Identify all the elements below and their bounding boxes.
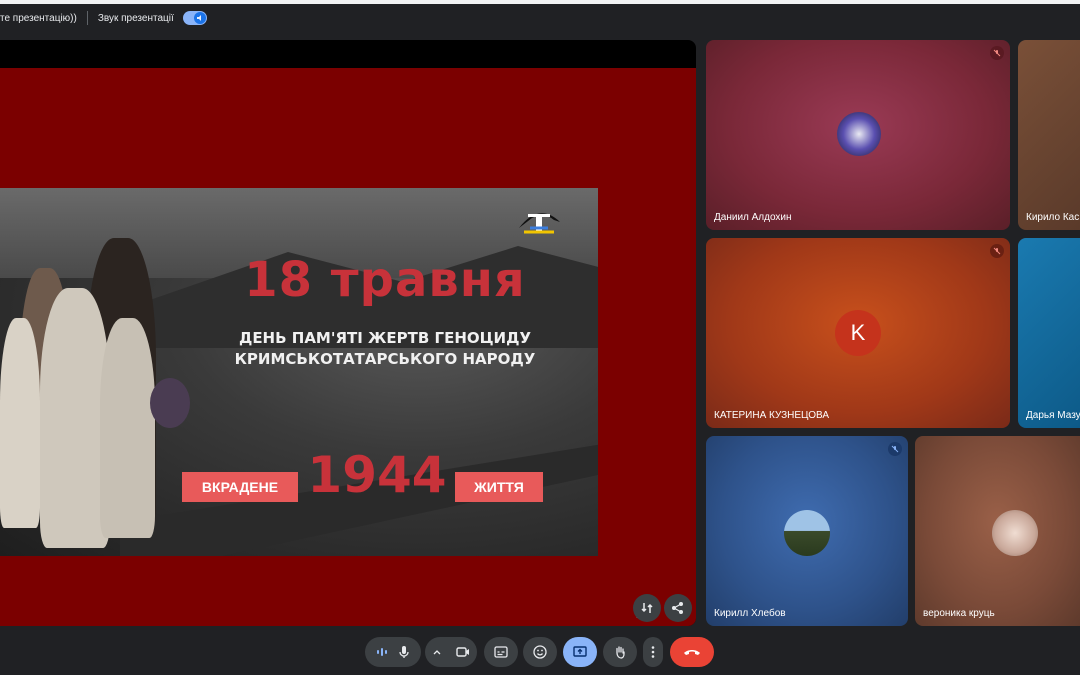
stop-presenting-text[interactable]: те презентацію)) xyxy=(0,13,77,24)
emoji-icon xyxy=(533,645,547,659)
speaker-icon xyxy=(193,12,206,24)
participant-name: КАТЕРИНА КУЗНЕЦОВА xyxy=(714,410,829,421)
participant-tile[interactable]: Кирило Кас xyxy=(1018,40,1080,230)
captions-button[interactable] xyxy=(484,637,518,667)
muted-mic-icon xyxy=(990,244,1004,258)
slide-date-title: 18 травня xyxy=(244,252,526,308)
camera-icon[interactable] xyxy=(456,646,470,658)
presentation-sound-toggle[interactable] xyxy=(182,11,207,25)
memorial-banner: 18 травня ДЕНЬ ПАМ'ЯТІ ЖЕРТВ ГЕНОЦИДУ КР… xyxy=(0,188,598,556)
avatar-letter: K xyxy=(835,310,881,356)
more-options-button[interactable] xyxy=(643,637,663,667)
muted-mic-icon xyxy=(888,442,902,456)
avatar xyxy=(992,510,1038,556)
mic-icon[interactable] xyxy=(398,645,410,659)
share-icon xyxy=(672,602,683,614)
captions-icon xyxy=(494,646,508,658)
participant-name: Кирило Кас xyxy=(1026,212,1080,223)
more-options-icon xyxy=(651,646,655,658)
participant-name: вероника круць xyxy=(923,608,995,619)
participant-tile[interactable]: Даниил Алдохин xyxy=(706,40,1010,230)
slide: 18 травня ДЕНЬ ПАМ'ЯТІ ЖЕРТВ ГЕНОЦИДУ КР… xyxy=(0,68,696,626)
camera-button-group[interactable] xyxy=(425,637,477,667)
participant-tile[interactable]: K КАТЕРИНА КУЗНЕЦОВА xyxy=(706,238,1010,428)
raise-hand-button[interactable] xyxy=(603,637,637,667)
participant-tile[interactable]: Кирилл Хлебов xyxy=(706,436,908,626)
children-illustration xyxy=(0,208,200,556)
avatar xyxy=(837,112,881,156)
participant-tile[interactable]: Дарья Мазу xyxy=(1018,238,1080,428)
participant-name: Кирилл Хлебов xyxy=(714,608,786,619)
end-call-icon xyxy=(684,650,700,655)
participant-name: Даниил Алдохин xyxy=(714,212,792,223)
swap-layout-button[interactable] xyxy=(633,594,661,622)
share-button[interactable] xyxy=(664,594,692,622)
crimean-tatar-logo xyxy=(519,213,560,234)
raise-hand-icon xyxy=(616,646,625,659)
present-screen-button[interactable] xyxy=(563,637,597,667)
participant-tile[interactable]: вероника круць xyxy=(915,436,1080,626)
presentation-bar: те презентацію)) Звук презентації xyxy=(0,4,1080,32)
pill-stolen: ВКРАДЕНЕ xyxy=(182,472,298,502)
participant-name: Дарья Мазу xyxy=(1026,410,1080,421)
slide-subtitle: ДЕНЬ ПАМ'ЯТІ ЖЕРТВ ГЕНОЦИДУ КРИМСЬКОТАТА… xyxy=(215,328,555,370)
slide-year: 1944 xyxy=(307,446,447,504)
avatar xyxy=(784,510,830,556)
subtitle-line-1: ДЕНЬ ПАМ'ЯТІ ЖЕРТВ ГЕНОЦИДУ xyxy=(238,329,532,347)
subtitle-line-2: КРИМСЬКОТАТАРСЬКОГО НАРОДУ xyxy=(234,350,536,368)
swap-icon xyxy=(641,603,653,613)
audio-levels-icon xyxy=(377,648,387,656)
emoji-button[interactable] xyxy=(523,637,557,667)
muted-mic-icon xyxy=(990,46,1004,60)
present-screen-icon xyxy=(573,646,587,657)
divider xyxy=(86,11,88,25)
mic-button-group[interactable] xyxy=(365,637,421,667)
presentation-sound-label: Звук презентації xyxy=(97,12,174,24)
end-call-button[interactable] xyxy=(670,637,714,667)
pill-life: ЖИТТЯ xyxy=(455,472,543,502)
presentation-stage: 18 травня ДЕНЬ ПАМ'ЯТІ ЖЕРТВ ГЕНОЦИДУ КР… xyxy=(0,40,696,626)
chevron-up-icon[interactable] xyxy=(432,647,442,657)
